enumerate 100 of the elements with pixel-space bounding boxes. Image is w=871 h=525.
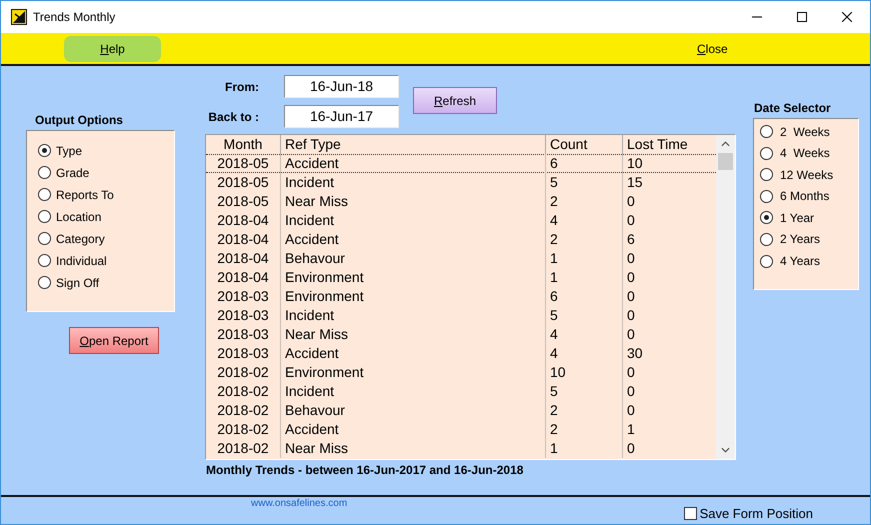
table-cell-text: 10 (626, 154, 644, 173)
section-title: Output Options (35, 113, 123, 129)
table-cell: 6 (546, 154, 623, 173)
table-row[interactable]: 2018-02 Accident 2 1 (206, 420, 716, 439)
option-label: Type (56, 144, 82, 158)
table-cell: Near Miss (281, 439, 546, 458)
option-label: 12 Weeks (780, 168, 834, 182)
maximize-icon[interactable] (797, 12, 807, 22)
table-cell: Incident (281, 211, 546, 230)
column-header[interactable]: Lost Time (623, 135, 716, 154)
radio-option[interactable]: 4 Years (760, 252, 858, 271)
option-label: Category (56, 232, 105, 246)
scroll-down-icon[interactable] (721, 447, 730, 453)
radio-option[interactable]: 6 Months (760, 186, 858, 206)
radio-button[interactable] (38, 210, 51, 223)
checkbox-label: Save Form Position (700, 506, 813, 521)
app-logo-icon (11, 9, 27, 25)
table-cell: Environment (281, 363, 546, 382)
radio-option[interactable]: 2 Weeks (760, 122, 858, 141)
table-row[interactable]: 2018-02 Environment 10 0 (206, 363, 716, 382)
table-cell: 2018-05 (206, 173, 281, 192)
website-link[interactable]: www.onsafelines.com (251, 498, 348, 509)
radio-option[interactable]: Location (38, 207, 174, 226)
column-header[interactable]: Month (206, 135, 281, 154)
radio-option[interactable]: 12 Weeks (760, 165, 858, 184)
option-label: 6 Months (780, 189, 830, 204)
table-row[interactable]: 2018-04 Environment 1 0 (206, 268, 716, 287)
table-row[interactable]: 2018-02 Behavour 2 0 (206, 401, 716, 420)
table-row[interactable]: 2018-02 Incident 5 0 (206, 382, 716, 401)
radio-button[interactable] (38, 144, 51, 157)
table-row[interactable]: 2018-03 Accident 4 30 (206, 344, 716, 363)
table-cell: Behavour (281, 401, 546, 420)
table-row[interactable]: 2018-05 Incident 5 15 (206, 173, 716, 192)
table-cell-text: 0 (626, 211, 636, 230)
radio-button[interactable] (760, 211, 773, 224)
radio-button[interactable] (38, 166, 51, 179)
table-cell: 2018-02 (206, 420, 281, 439)
table-cell: 5 (546, 306, 623, 325)
radio-button[interactable] (760, 232, 773, 246)
radio-button[interactable] (760, 190, 773, 203)
table-cell-text: 0 (626, 382, 636, 401)
table-cell-text: 6 (626, 230, 636, 249)
table-row[interactable]: 2018-03 Near Miss 4 0 (206, 325, 716, 344)
help-button[interactable]: Help (64, 36, 161, 62)
column-header[interactable]: Count (546, 135, 623, 154)
table-cell: 2018-03 (206, 306, 281, 325)
table-cell: Behavour (281, 249, 546, 268)
radio-button[interactable] (38, 276, 51, 289)
table-cell: Near Miss (281, 192, 546, 211)
radio-option[interactable]: Sign Off (38, 273, 174, 292)
radio-option[interactable]: 1 Year (760, 208, 858, 228)
radio-option[interactable]: 4 Weeks (760, 144, 858, 163)
table-cell: Accident (281, 154, 546, 173)
radio-option[interactable]: Reports To (38, 185, 174, 204)
table-row[interactable]: 2018-05 Near Miss 2 0 (206, 192, 716, 211)
table-cell: Incident (281, 382, 546, 401)
table-row[interactable]: 2018-04 Incident 4 0 (206, 211, 716, 230)
column-header[interactable]: Ref Type (281, 135, 546, 154)
option-label: Location (56, 210, 102, 224)
table-row[interactable]: 2018-03 Environment 6 0 (206, 287, 716, 306)
table-cell: 2018-05 (206, 192, 281, 211)
radio-button[interactable] (760, 254, 773, 268)
option-label: Individual (56, 254, 107, 268)
table-cell: Incident (281, 173, 546, 192)
table-cell: 2018-04 (206, 268, 281, 287)
scroll-up-icon[interactable] (721, 141, 730, 147)
radio-button[interactable] (760, 168, 773, 182)
table-cell: 5 (546, 173, 623, 192)
refresh-button[interactable]: Refresh (413, 87, 497, 114)
date-field[interactable]: 16-Jun-18 (284, 75, 399, 98)
close-button[interactable]: Close (697, 42, 728, 56)
open-report-button[interactable]: Open Report (69, 327, 159, 354)
radio-button[interactable] (760, 125, 773, 138)
radio-button[interactable] (38, 232, 51, 245)
date-field[interactable]: 16-Jun-17 (284, 105, 399, 128)
close-icon[interactable] (842, 12, 852, 22)
table-cell-text: 0 (626, 325, 636, 344)
option-label: 4 Years (780, 254, 820, 268)
table-cell: 2018-02 (206, 401, 281, 420)
radio-button[interactable] (38, 188, 51, 201)
scrollbar[interactable] (716, 135, 735, 459)
scroll-thumb[interactable] (718, 153, 733, 170)
table-row[interactable]: 2018-04 Accident 2 6 (206, 230, 716, 249)
table-row[interactable]: 2018-02 Near Miss 1 0 (206, 439, 716, 458)
selected-row[interactable]: 2018-05 Accident 6 10 (206, 154, 716, 173)
table-cell: 5 (546, 382, 623, 401)
radio-option[interactable]: Individual (38, 251, 174, 270)
summary-text: Monthly Trends - between 16-Jun-2017 and 16-Jun-2018 (206, 463, 524, 477)
radio-option[interactable]: Type (38, 141, 174, 160)
checkbox[interactable] (684, 507, 697, 520)
table-cell-text: 0 (626, 268, 636, 287)
radio-option[interactable]: Category (38, 229, 174, 248)
option-label: Sign Off (56, 276, 100, 290)
radio-button[interactable] (38, 254, 51, 267)
table-row[interactable]: 2018-04 Behavour 1 0 (206, 249, 716, 268)
radio-button[interactable] (760, 146, 773, 160)
table-row[interactable]: 2018-03 Incident 5 0 (206, 306, 716, 325)
table-cell-text: 0 (626, 249, 636, 268)
radio-option[interactable]: 2 Years (760, 230, 858, 249)
radio-option[interactable]: Grade (38, 163, 174, 182)
